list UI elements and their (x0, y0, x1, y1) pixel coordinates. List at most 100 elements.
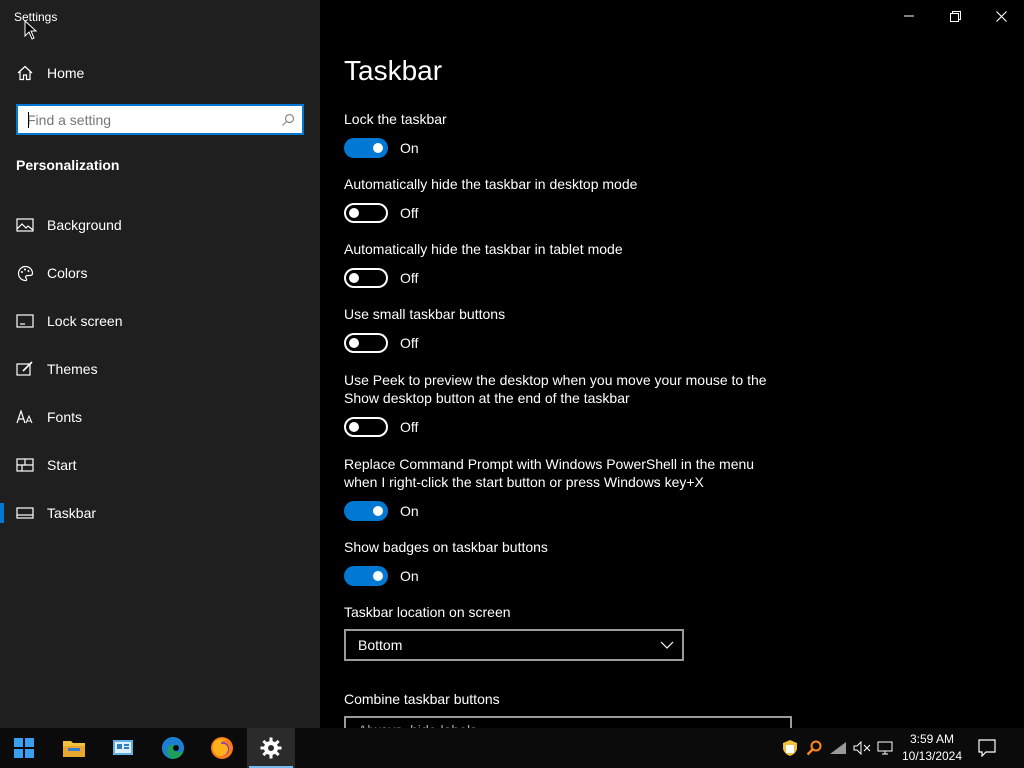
setting-label: Replace Command Prompt with Windows Powe… (344, 455, 754, 491)
network-tray-button[interactable] (826, 728, 850, 768)
settings-icon (260, 737, 282, 759)
dropdown-value: Bottom (358, 637, 403, 653)
toggle-switch[interactable] (344, 566, 388, 586)
sidebar-item-label: Lock screen (47, 313, 123, 329)
close-button[interactable] (978, 0, 1024, 32)
chevron-down-icon (660, 641, 674, 649)
sidebar-item-fonts[interactable]: Fonts (0, 397, 320, 437)
taskbar-location-dropdown[interactable]: Bottom (344, 629, 684, 661)
toggle-switch[interactable] (344, 333, 388, 353)
restore-button[interactable] (932, 0, 978, 32)
font-icon (16, 408, 34, 426)
clock-date: 10/13/2024 (901, 749, 963, 763)
sidebar-item-label: Colors (47, 265, 88, 281)
close-icon (995, 10, 1007, 22)
sidebar-item-background[interactable]: Background (0, 205, 320, 245)
toggle-state: On (400, 568, 419, 584)
sidebar-item-label: Start (47, 457, 77, 473)
start-icon (16, 456, 34, 474)
edge-icon (162, 737, 184, 759)
page-title: Taskbar (344, 55, 443, 86)
control-panel-icon (113, 740, 133, 755)
taskbar: 3:59 AM 10/13/2024 (0, 728, 1024, 768)
combine-label: Combine taskbar buttons (344, 691, 500, 707)
section-title: Personalization (16, 157, 120, 173)
start-button[interactable] (0, 728, 48, 768)
main-content: Taskbar Lock the taskbar On Automaticall… (320, 0, 1024, 728)
display-tray-button[interactable] (874, 728, 898, 768)
sidebar-item-label: Taskbar (47, 505, 97, 521)
display-icon (877, 741, 893, 755)
toggle-switch[interactable] (344, 501, 388, 521)
toggle-switch[interactable] (344, 138, 388, 158)
home-button[interactable]: Home (0, 57, 320, 89)
autohide-desktop-toggle[interactable]: Off (344, 202, 418, 224)
security-shield-icon (783, 740, 797, 756)
search-box[interactable] (16, 104, 304, 135)
toggle-switch[interactable] (344, 203, 388, 223)
search-icon[interactable] (281, 113, 295, 127)
search-tray-icon (806, 740, 822, 756)
minimize-button[interactable] (886, 0, 932, 32)
toggle-knob (349, 208, 359, 218)
toggle-switch[interactable] (344, 268, 388, 288)
search-tray-button[interactable] (802, 728, 826, 768)
edge-button[interactable] (149, 728, 197, 768)
sidebar-item-taskbar[interactable]: Taskbar (0, 493, 320, 533)
minimize-icon (904, 15, 914, 17)
settings-button[interactable] (247, 728, 295, 768)
home-label: Home (47, 65, 85, 81)
setting-label-line: Replace Command Prompt with Windows Powe… (344, 456, 755, 472)
dropdown-value: Always, hide labels (346, 718, 790, 728)
sidebar-item-label: Background (47, 217, 122, 233)
badges-toggle[interactable]: On (344, 565, 419, 587)
clock-time: 3:59 AM (909, 732, 955, 746)
toggle-state: On (400, 503, 419, 519)
autohide-tablet-toggle[interactable]: Off (344, 267, 418, 289)
peek-toggle[interactable]: Off (344, 416, 418, 438)
sidebar-item-lock-screen[interactable]: Lock screen (0, 301, 320, 341)
network-icon (830, 742, 846, 754)
file-explorer-icon (63, 741, 85, 757)
sidebar-item-themes[interactable]: Themes (0, 349, 320, 389)
setting-label: Use small taskbar buttons (344, 306, 506, 322)
toggle-knob (373, 143, 383, 153)
restore-icon (949, 10, 961, 22)
toggle-state: Off (400, 419, 419, 435)
toggle-knob (349, 422, 359, 432)
setting-label: Show badges on taskbar buttons (344, 539, 548, 555)
toggle-knob (373, 506, 383, 516)
toggle-knob (349, 338, 359, 348)
firefox-button[interactable] (198, 728, 246, 768)
setting-label: Automatically hide the taskbar in tablet… (344, 241, 623, 257)
sidebar-item-label: Themes (47, 361, 98, 377)
home-icon (17, 65, 33, 81)
volume-tray-button[interactable] (850, 728, 874, 768)
sidebar-item-colors[interactable]: Colors (0, 253, 320, 293)
setting-label-line: when I right-click the start button or p… (344, 474, 704, 490)
toggle-knob (349, 273, 359, 283)
setting-label-line: Use Peek to preview the desktop when you… (344, 372, 767, 388)
combine-buttons-dropdown[interactable]: Always, hide labels (344, 716, 792, 728)
file-explorer-button[interactable] (50, 728, 98, 768)
notification-center-button[interactable] (972, 728, 1002, 768)
windows-start-icon (14, 738, 34, 758)
setting-label: Use Peek to preview the desktop when you… (344, 371, 767, 407)
powershell-toggle[interactable]: On (344, 500, 419, 522)
themes-icon (16, 360, 34, 378)
setting-label-line: Show desktop button at the end of the ta… (344, 390, 630, 406)
search-input[interactable] (18, 106, 302, 133)
sidebar-item-start[interactable]: Start (0, 445, 320, 485)
lock-taskbar-toggle[interactable]: On (344, 137, 419, 159)
sidebar-item-label: Fonts (47, 409, 83, 425)
toggle-state: On (400, 140, 419, 156)
small-buttons-toggle[interactable]: Off (344, 332, 418, 354)
taskbar-clock[interactable]: 3:59 AM 10/13/2024 (896, 731, 968, 765)
toggle-switch[interactable] (344, 417, 388, 437)
toggle-state: Off (400, 335, 419, 351)
control-panel-button[interactable] (99, 728, 147, 768)
security-tray-button[interactable] (778, 728, 802, 768)
mouse-cursor-icon (24, 20, 38, 40)
firefox-icon (211, 737, 233, 759)
sidebar: Settings Home Personalization Background… (0, 0, 320, 728)
